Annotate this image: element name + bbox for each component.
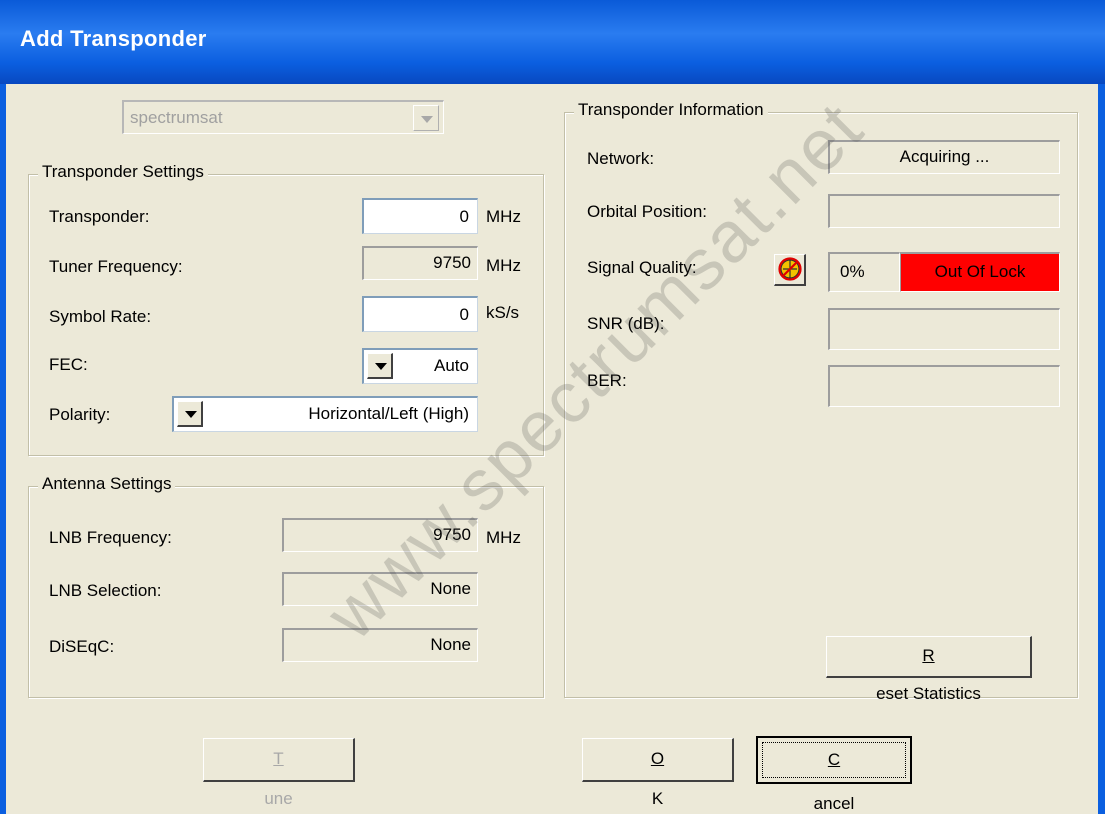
lnb-frequency-label: LNB Frequency: [49, 528, 172, 547]
network-label: Network: [587, 149, 655, 168]
ok-label: OK [650, 749, 665, 808]
polarity-value: Horizontal/Left (High) [308, 404, 469, 423]
lock-status-indicator: Out Of Lock [900, 252, 1060, 292]
tuner-frequency-value: 9750 [362, 246, 478, 280]
transponder-information-legend: Transponder Information [574, 100, 768, 120]
cancel-label: Cancel [813, 750, 855, 813]
snr-value [828, 308, 1060, 350]
transponder-input[interactable]: 0 [362, 198, 478, 234]
transponder-unit: MHz [486, 207, 521, 226]
signal-quality-percent-text: 0% [840, 262, 865, 281]
tune-button[interactable]: Tune [203, 738, 355, 808]
symbol-rate-label: Symbol Rate: [49, 307, 152, 326]
symbol-rate-input[interactable]: 0 [362, 296, 478, 332]
fec-value: Auto [434, 356, 469, 375]
cancel-button[interactable]: Cancel [756, 736, 912, 813]
polarity-select[interactable]: Horizontal/Left (High) [172, 396, 478, 432]
orbital-position-value [828, 194, 1060, 228]
window-title: Add Transponder [20, 26, 207, 51]
ok-button[interactable]: OK [582, 738, 734, 808]
fec-label: FEC: [49, 355, 88, 374]
antenna-settings-legend: Antenna Settings [38, 474, 176, 494]
diseqc-label: DiSEqC: [49, 637, 115, 656]
tuner-frequency-unit: MHz [486, 256, 521, 275]
lock-status-text: Out Of Lock [934, 262, 1026, 281]
chevron-down-icon[interactable] [413, 105, 439, 131]
satellite-combo[interactable]: spectrumsat [122, 100, 444, 134]
chevron-down-icon[interactable] [177, 401, 203, 427]
ber-value [828, 365, 1060, 407]
reset-statistics-button[interactable]: Reset Statistics [826, 636, 1032, 703]
satellite-combo-value: spectrumsat [130, 108, 223, 127]
window-frame-right [1098, 84, 1105, 814]
network-value-text: Acquiring ... [899, 147, 990, 166]
signal-quality-percent: 0% [828, 252, 900, 292]
tuner-frequency-label: Tuner Frequency: [49, 257, 183, 276]
lnb-selection-label: LNB Selection: [49, 581, 162, 600]
chevron-down-icon[interactable] [367, 353, 393, 379]
tune-label: Tune [264, 749, 293, 808]
transponder-settings-legend: Transponder Settings [38, 162, 208, 182]
signal-monitor-button[interactable] [774, 254, 806, 286]
fec-select[interactable]: Auto [362, 348, 478, 384]
reset-statistics-label: Reset Statistics [876, 646, 981, 703]
symbol-rate-unit: kS/s [486, 303, 520, 322]
transponder-label: Transponder: [49, 207, 150, 226]
no-signal-icon [778, 257, 802, 281]
polarity-label: Polarity: [49, 405, 111, 424]
title-bar: Add Transponder [0, 0, 1105, 84]
